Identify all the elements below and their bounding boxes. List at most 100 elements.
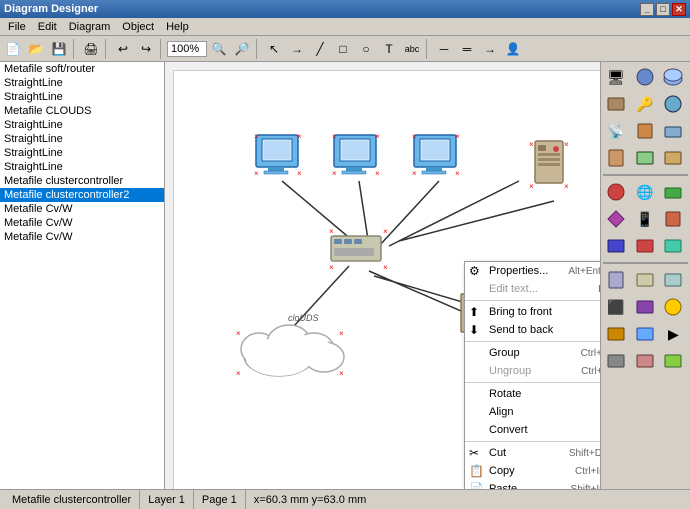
cloud-node[interactable]: × × × × cloUDS [234,301,364,384]
palette-icon[interactable] [660,64,686,90]
palette-icon[interactable] [632,267,658,293]
computer-node-2[interactable]: × × × × [332,133,384,178]
minimize-button[interactable]: _ [640,3,654,16]
palette-icon[interactable] [603,145,629,171]
palette-icon[interactable]: ⬛ [603,294,629,320]
canvas[interactable]: × × × × × × × × [173,70,600,489]
computer-node-3[interactable]: × × × × [412,133,464,178]
palette-icon[interactable] [660,294,686,320]
cm-rotate[interactable]: Rotate [465,385,600,403]
list-item[interactable]: StraightLine [0,132,164,146]
list-item[interactable]: Metafile clustercontroller [0,174,164,188]
palette-icon[interactable] [632,145,658,171]
cm-edit-text[interactable]: Edit text... F2 [465,280,600,298]
palette-icon[interactable] [660,118,686,144]
list-item[interactable]: Metafile CLOUDS [0,104,164,118]
undo-button[interactable]: ↩ [112,38,134,60]
palette-icon[interactable] [660,145,686,171]
router-icon: × × × × [329,226,389,271]
print-button[interactable]: 🖨 [80,38,102,60]
title-bar: Diagram Designer _ □ ✕ [0,0,690,18]
save-button[interactable]: 💾 [48,38,70,60]
svg-text:×: × [332,133,337,141]
palette-icon[interactable]: ▶ [660,321,686,347]
zoom-out-button[interactable]: 🔍 [208,38,230,60]
palette-icon[interactable] [660,91,686,117]
menu-file[interactable]: File [2,20,32,34]
zoom-in-button[interactable]: 🔎 [231,38,253,60]
tool-extra[interactable]: 👤 [502,38,524,60]
palette-icon[interactable] [603,206,629,232]
palette-icon[interactable] [660,233,686,259]
palette-icon[interactable] [603,321,629,347]
arrow-style[interactable]: → [479,38,501,60]
text-button[interactable]: T [378,38,400,60]
palette-icon[interactable] [660,267,686,293]
list-item[interactable]: Metafile Cv/W [0,216,164,230]
palette-icon[interactable]: 🖥 [603,64,629,90]
palette-icon[interactable] [603,233,629,259]
palette-icon[interactable] [660,348,686,374]
cm-ungroup[interactable]: Ungroup Ctrl+U [465,362,600,380]
rect-button[interactable]: □ [332,38,354,60]
cm-convert[interactable]: Convert [465,421,600,439]
palette-icon[interactable] [660,206,686,232]
palette-icon[interactable] [603,179,629,205]
palette-icon[interactable] [632,118,658,144]
palette-icon[interactable] [632,348,658,374]
canvas-area[interactable]: × × × × × × × × [165,62,600,489]
palette-icon[interactable] [660,179,686,205]
cm-send-back[interactable]: ⬇ Send to back [465,321,600,339]
cm-group[interactable]: Group Ctrl+G [465,344,600,362]
palette-icon[interactable]: 📱 [632,206,658,232]
menu-help[interactable]: Help [160,20,195,34]
list-item[interactable]: StraightLine [0,118,164,132]
list-item[interactable]: Metafile Cv/W [0,230,164,244]
palette-icon[interactable]: 🌐 [632,179,658,205]
list-item[interactable]: Metafile soft/router [0,62,164,76]
close-button[interactable]: ✕ [672,3,686,16]
new-button[interactable]: 📄 [2,38,24,60]
menu-object[interactable]: Object [116,20,160,34]
context-menu[interactable]: ⚙ Properties... Alt+Enter Edit text... F… [464,261,600,489]
list-item[interactable]: StraightLine [0,90,164,104]
cm-bring-front[interactable]: ⬆ Bring to front [465,303,600,321]
maximize-button[interactable]: □ [656,3,670,16]
zoom-input[interactable] [167,41,207,57]
palette-icon[interactable] [632,233,658,259]
select-button[interactable]: ↖ [263,38,285,60]
list-item[interactable]: StraightLine [0,146,164,160]
cm-cut[interactable]: ✂ Cut Shift+Del [465,444,600,462]
palette-icon[interactable] [603,348,629,374]
cm-paste[interactable]: 📄 Paste Shift+Ins [465,480,600,489]
line-button[interactable]: ╱ [309,38,331,60]
line-style1[interactable]: ─ [433,38,455,60]
list-item-selected[interactable]: Metafile clustercontroller2 [0,188,164,202]
list-item[interactable]: StraightLine [0,160,164,174]
computer-node-1[interactable]: × × × × [254,133,306,178]
abc-button[interactable]: abc [401,38,423,60]
router-node[interactable]: × × × × [329,226,389,271]
arrow-button[interactable]: → [286,38,308,60]
line-style2[interactable]: ═ [456,38,478,60]
palette-icon[interactable] [632,294,658,320]
cm-copy[interactable]: 📋 Copy Ctrl+Ins [465,462,600,480]
ellipse-button[interactable]: ○ [355,38,377,60]
palette-icon[interactable] [632,321,658,347]
open-button[interactable]: 📂 [25,38,47,60]
redo-button[interactable]: ↪ [135,38,157,60]
menu-diagram[interactable]: Diagram [63,20,117,34]
list-item[interactable]: StraightLine [0,76,164,90]
palette-icon[interactable] [603,267,629,293]
cm-properties[interactable]: ⚙ Properties... Alt+Enter [465,262,600,280]
palette-icon[interactable]: 📡 [603,118,629,144]
cm-align[interactable]: Align [465,403,600,421]
palette-icon[interactable] [603,91,629,117]
palette-icon[interactable]: 🔑 [632,91,658,117]
list-item[interactable]: Metafile Cv/W [0,202,164,216]
paste-icon: 📄 [469,482,484,489]
svg-text:×: × [412,133,417,141]
palette-icon[interactable] [632,64,658,90]
menu-edit[interactable]: Edit [32,20,63,34]
server-node[interactable]: × × × × [529,139,579,194]
